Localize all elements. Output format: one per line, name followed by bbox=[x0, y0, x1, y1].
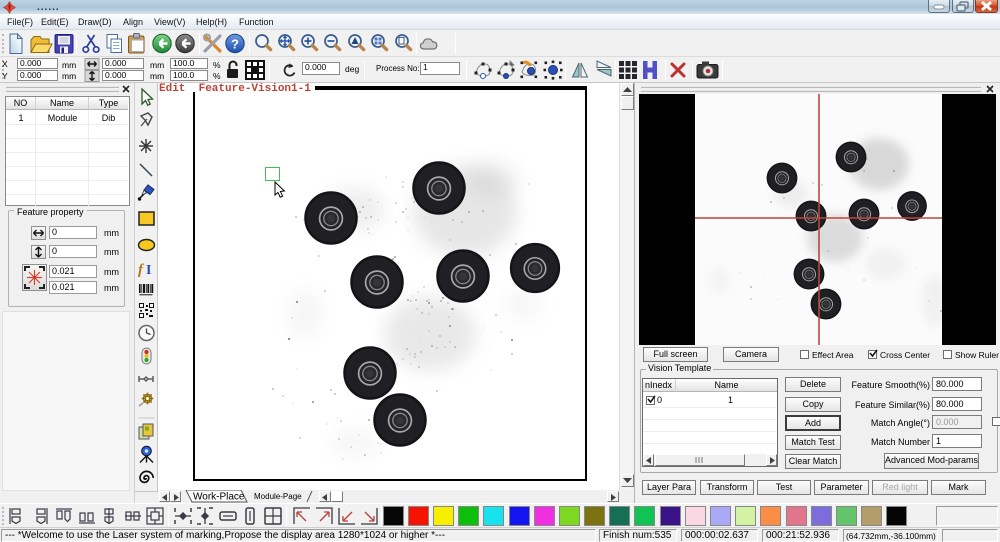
svg-text:?: ? bbox=[231, 37, 239, 52]
svg-text:Work-Place: Work-Place bbox=[193, 492, 245, 503]
svg-text:f: f bbox=[138, 262, 145, 278]
svg-text:Module-Page: Module-Page bbox=[254, 492, 302, 501]
svg-text:I: I bbox=[146, 263, 151, 278]
